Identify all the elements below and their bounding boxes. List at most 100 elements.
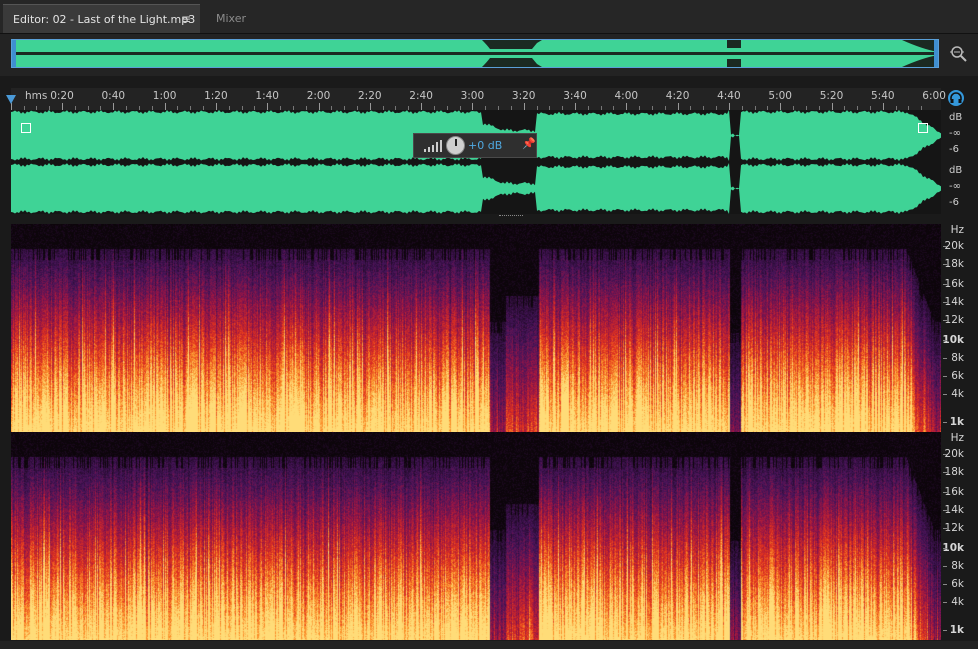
time-label: 1:00 xyxy=(152,90,177,102)
hz-tick xyxy=(943,358,947,359)
hz-tick xyxy=(943,302,947,303)
spectral-display-left[interactable] xyxy=(11,224,941,432)
time-tick xyxy=(523,103,525,110)
time-tick xyxy=(780,103,782,110)
playhead-marker[interactable] xyxy=(6,95,16,104)
hz-tick xyxy=(943,602,947,603)
hz-tick xyxy=(943,510,947,511)
hz-tick xyxy=(943,492,947,493)
hz-tick xyxy=(943,422,947,423)
hz-tick xyxy=(943,584,947,585)
volume-knob[interactable] xyxy=(446,136,465,155)
time-tick xyxy=(113,103,115,110)
hz-label: 12k xyxy=(944,522,964,534)
hz-tick xyxy=(943,246,947,247)
time-tick xyxy=(10,103,12,110)
time-label: 2:00 xyxy=(306,90,331,102)
db-neg-inf: -∞ xyxy=(949,181,961,192)
hz-tick xyxy=(943,630,947,631)
db-neg-inf: -∞ xyxy=(949,128,961,139)
time-label: 0:20 xyxy=(50,90,74,102)
time-tick xyxy=(62,103,63,110)
time-tick xyxy=(164,103,166,110)
hz-tick xyxy=(943,284,947,285)
hz-label: 16k xyxy=(944,278,964,290)
hz-tick xyxy=(943,376,947,377)
time-ruler[interactable]: hms 0:20 0:40 1:00 1:20 1:40 2:00 2:20 2:40 3:00… xyxy=(10,88,946,110)
hz-tick xyxy=(943,566,947,567)
volume-value: +0 dB xyxy=(468,139,503,152)
channel-right-waveform[interactable] xyxy=(11,163,941,214)
tab-menu-icon[interactable]: ≡ xyxy=(181,5,191,34)
db-minus-6: -6 xyxy=(949,197,959,208)
time-tick xyxy=(318,103,320,110)
hz-label: 1k xyxy=(949,416,964,428)
time-label: 4:00 xyxy=(614,90,639,102)
hz-ruler-left: Hz 20k 18k 16k 14k 12k 10k 8k 6k 4k 1k xyxy=(941,224,978,432)
time-label: 1:20 xyxy=(204,90,228,102)
overview-handle-right[interactable] xyxy=(934,40,938,67)
time-tick xyxy=(369,103,371,110)
waveform-display[interactable] xyxy=(11,110,941,216)
db-ruler-left: dB -∞ -6 xyxy=(941,112,978,160)
time-label: 6:00 xyxy=(922,90,946,102)
hz-label: 18k xyxy=(944,466,964,478)
fade-in-icon[interactable] xyxy=(21,123,31,133)
time-tick xyxy=(626,103,628,110)
channel-resize-handle[interactable] xyxy=(499,215,523,218)
time-label: 4:40 xyxy=(717,90,741,102)
volume-hud[interactable]: +0 dB 📌 xyxy=(413,133,537,158)
pin-icon[interactable]: 📌 xyxy=(522,137,536,150)
hz-tick xyxy=(943,528,947,529)
hz-label: 20k xyxy=(944,448,964,460)
time-tick xyxy=(882,103,884,110)
hz-label: 8k xyxy=(951,560,964,572)
hz-label: 12k xyxy=(944,314,964,326)
hz-label: 14k xyxy=(944,296,964,308)
time-tick xyxy=(421,103,423,110)
overview-handle-left[interactable] xyxy=(12,40,16,67)
time-label: 2:20 xyxy=(358,90,382,102)
time-label: 5:00 xyxy=(768,90,792,102)
overview-waveform[interactable] xyxy=(11,39,939,68)
tab-mixer[interactable]: Mixer xyxy=(206,4,256,33)
spectral-display-right[interactable] xyxy=(11,432,941,640)
hz-label: 18k xyxy=(944,258,964,270)
db-unit: dB xyxy=(949,165,963,176)
hz-label: 16k xyxy=(944,486,964,498)
hz-label: 4k xyxy=(951,388,964,400)
level-bars-icon xyxy=(424,140,442,152)
time-label: 3:00 xyxy=(460,90,485,102)
hz-tick xyxy=(943,548,947,549)
fade-out-icon[interactable] xyxy=(918,123,928,133)
hz-tick xyxy=(943,454,947,455)
tab-editor-label: Editor: 02 - Last of the Light.mp3 xyxy=(13,13,196,26)
tab-editor[interactable]: Editor: 02 - Last of the Light.mp3 ≡ xyxy=(3,4,200,33)
hz-label: 6k xyxy=(951,578,964,590)
hz-tick xyxy=(943,340,947,341)
hz-label: 8k xyxy=(951,352,964,364)
time-label: 2:40 xyxy=(409,90,433,102)
waveform-path xyxy=(11,163,941,214)
hz-label: Hz xyxy=(950,432,964,444)
time-label: 3:20 xyxy=(511,90,536,102)
headphones-icon[interactable] xyxy=(948,90,964,106)
overview-wave-shape xyxy=(12,40,938,67)
tab-bar: Editor: 02 - Last of the Light.mp3 ≡ Mix… xyxy=(0,0,978,34)
db-minus-6: -6 xyxy=(949,144,959,155)
time-label: 0:40 xyxy=(101,90,126,102)
hz-label: 1k xyxy=(949,624,964,636)
time-label: 5:20 xyxy=(819,90,844,102)
db-unit: dB xyxy=(949,112,963,123)
hz-label: Hz xyxy=(950,224,964,236)
time-label: 4:20 xyxy=(665,90,690,102)
time-label: 3:40 xyxy=(563,90,587,102)
time-tick xyxy=(215,103,217,110)
db-ruler-right: dB -∞ -6 xyxy=(941,165,978,213)
time-label: 5:40 xyxy=(871,90,895,102)
zoom-icon[interactable] xyxy=(949,44,969,64)
hz-label: 4k xyxy=(951,596,964,608)
time-tick xyxy=(677,103,679,110)
hz-label: 20k xyxy=(944,240,964,252)
time-tick xyxy=(831,103,833,110)
